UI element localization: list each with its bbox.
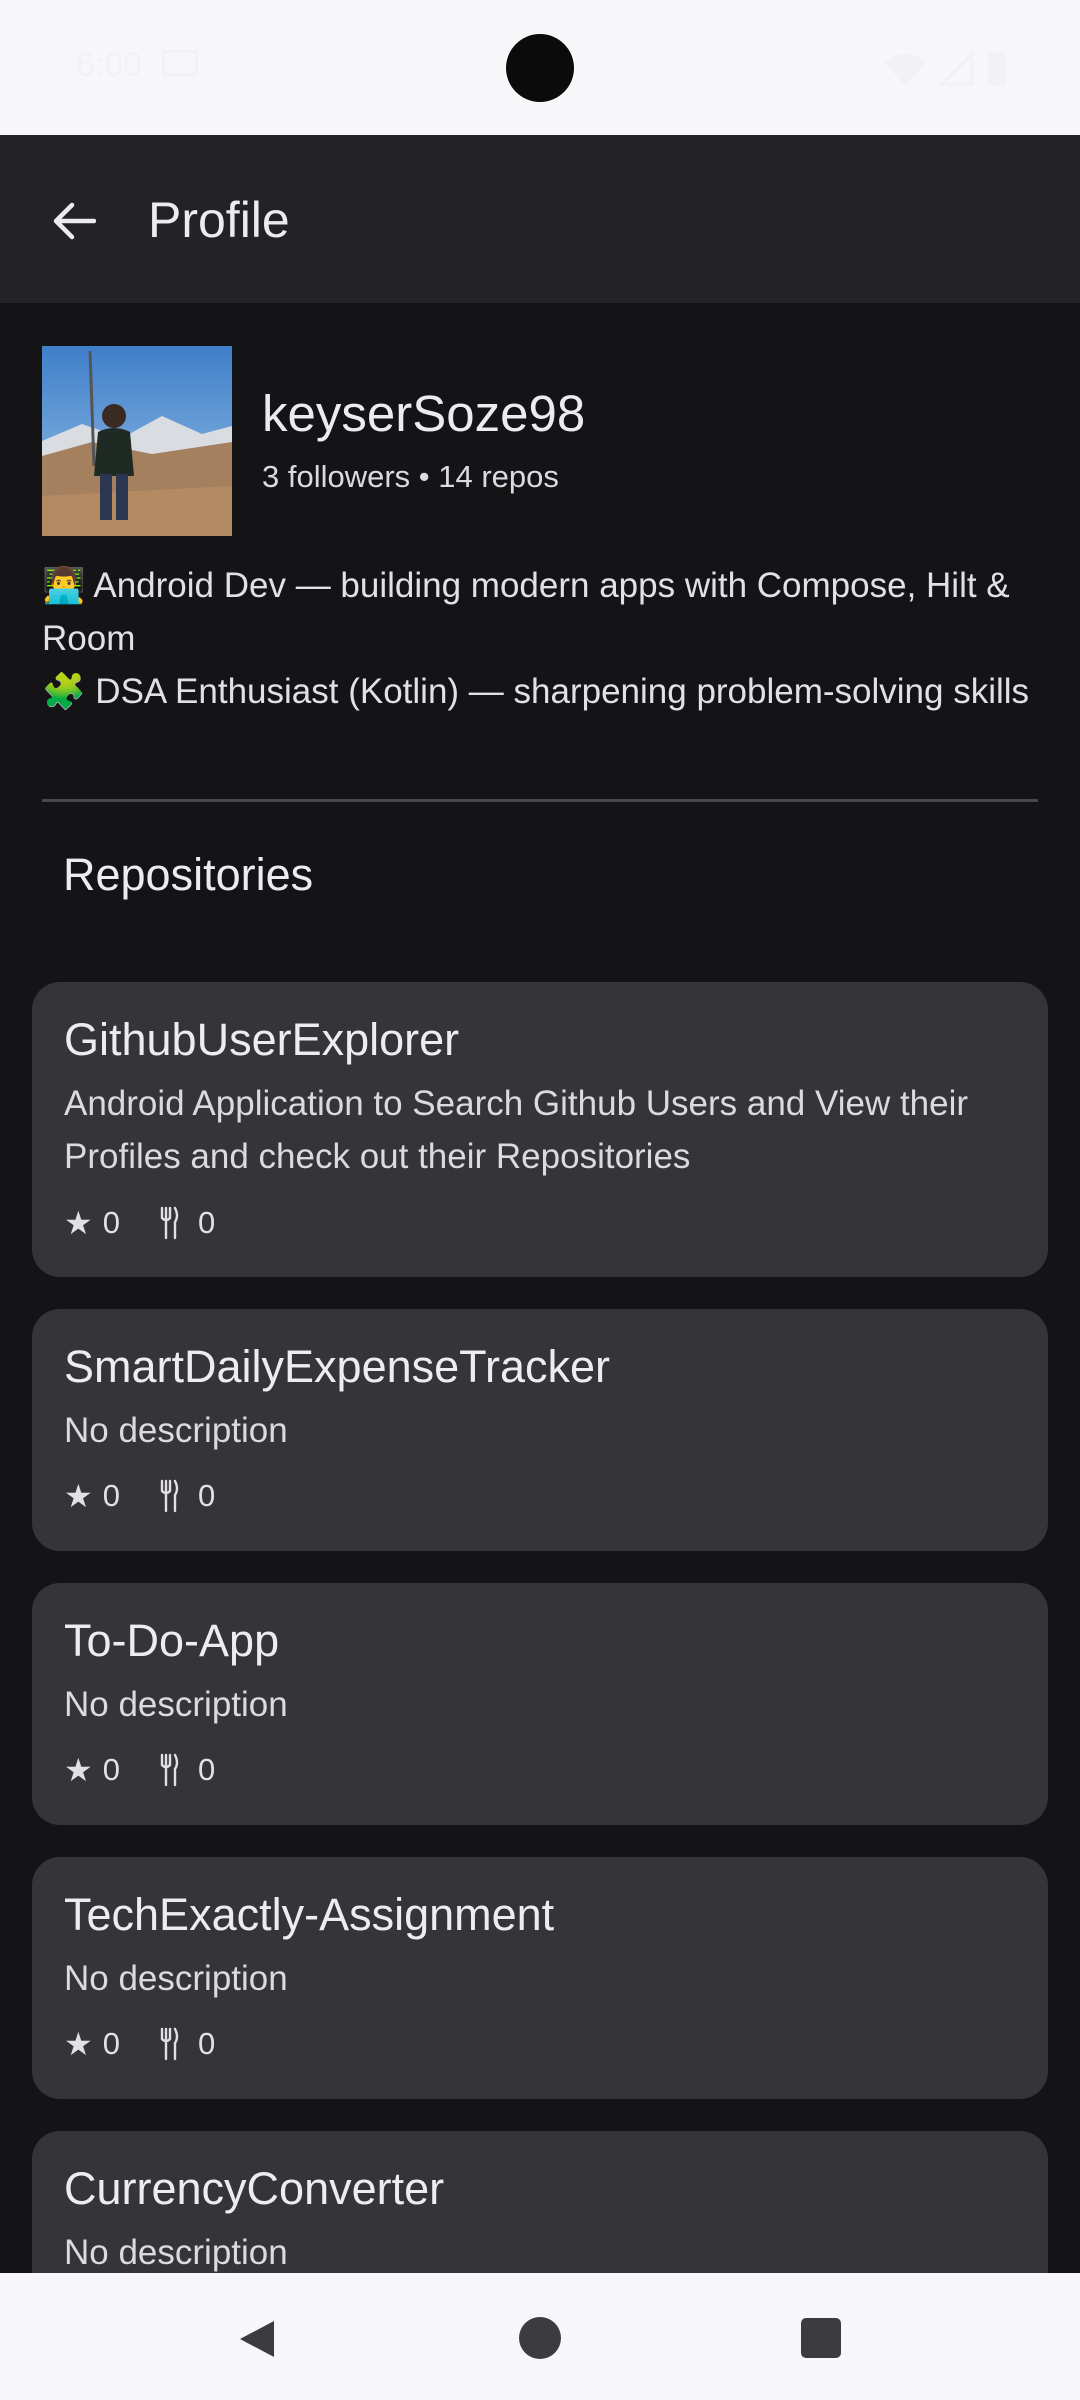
repo-stats: ★ 0 0 — [64, 1204, 215, 1242]
repo-name: TechExactly-Assignment — [64, 1889, 555, 1940]
repo-name: GithubUserExplorer — [64, 1014, 460, 1065]
fork-count: 0 — [197, 1478, 216, 1513]
page-title: Profile — [148, 192, 290, 248]
repo-description: Android Application to Search Github Use… — [64, 1084, 969, 1176]
divider — [42, 799, 1038, 802]
profile-header — [42, 346, 232, 536]
repo-stats: ★ 0 0 — [64, 2025, 215, 2063]
fork-icon — [160, 1479, 179, 1513]
fork-count: 0 — [197, 1752, 216, 1787]
star-count: 0 — [102, 1478, 120, 1513]
repo-card[interactable]: SmartDailyExpenseTracker No description … — [32, 1309, 1048, 1551]
back-button[interactable] — [32, 179, 116, 263]
nav-recents-icon[interactable] — [801, 2318, 841, 2358]
profile-content[interactable]: keyserSoze98 3 followers • 14 repos 👨‍💻 … — [0, 303, 1080, 2273]
star-icon: ★ — [64, 1478, 93, 1514]
system-navigation-bar — [0, 2273, 1080, 2400]
star-icon: ★ — [64, 1205, 93, 1241]
repo-description: No description — [64, 1411, 288, 1450]
repo-stats: ★ 0 0 — [64, 1477, 215, 1515]
repo-card[interactable]: TechExactly-Assignment No description ★ … — [32, 1857, 1048, 2099]
battery-icon — [988, 52, 1006, 86]
section-title-repositories: Repositories — [63, 849, 314, 900]
repo-name: SmartDailyExpenseTracker — [64, 1341, 610, 1392]
username: keyserSoze98 — [262, 385, 586, 442]
mail-notification-icon — [162, 50, 198, 76]
star-count: 0 — [102, 1205, 120, 1240]
bio-line: 🧩 DSA Enthusiast (Kotlin) — sharpening p… — [42, 672, 1030, 711]
fork-count: 0 — [197, 1205, 216, 1240]
profile-stats: 3 followers • 14 repos — [262, 459, 559, 494]
nav-back-icon[interactable] — [236, 2317, 280, 2361]
star-count: 0 — [102, 2026, 120, 2061]
signal-icon — [940, 52, 974, 86]
fork-stat: 0 — [158, 1478, 215, 1514]
fork-icon — [160, 1206, 179, 1240]
wifi-icon — [884, 54, 926, 86]
star-icon: ★ — [64, 2026, 93, 2062]
star-count: 0 — [102, 1752, 120, 1787]
arrow-back-icon — [53, 202, 96, 240]
fork-stat: 0 — [158, 2026, 215, 2062]
profile-bio: 👨‍💻 Android Dev — building modern apps w… — [42, 559, 1042, 718]
fork-icon — [160, 1753, 179, 1787]
status-icons — [884, 50, 1006, 86]
repo-card[interactable]: GithubUserExplorer Android Application t… — [32, 982, 1048, 1277]
fork-count: 0 — [197, 2026, 216, 2061]
status-bar: 6:00 — [0, 0, 1080, 135]
repo-description: No description — [64, 2233, 288, 2272]
avatar — [42, 346, 232, 536]
repo-name: CurrencyConverter — [64, 2163, 445, 2214]
fork-stat: 0 — [158, 1205, 215, 1241]
top-app-bar: Profile — [0, 135, 1080, 303]
fork-icon — [160, 2027, 179, 2061]
avatar-image — [42, 346, 232, 536]
nav-home-icon[interactable] — [519, 2317, 561, 2359]
status-time: 6:00 — [76, 46, 143, 84]
fork-stat: 0 — [158, 1752, 215, 1788]
repo-description: No description — [64, 1959, 288, 1998]
repo-name: To-Do-App — [64, 1615, 280, 1666]
star-icon: ★ — [64, 1752, 93, 1788]
bio-line: 👨‍💻 Android Dev — building modern apps w… — [42, 566, 1010, 658]
repo-description: No description — [64, 1685, 288, 1724]
camera-cutout — [506, 34, 574, 102]
repo-card[interactable]: CurrencyConverter No description ★ 0 0 — [32, 2131, 1048, 2273]
repo-card[interactable]: To-Do-App No description ★ 0 0 — [32, 1583, 1048, 1825]
repo-stats: ★ 0 0 — [64, 1751, 215, 1789]
